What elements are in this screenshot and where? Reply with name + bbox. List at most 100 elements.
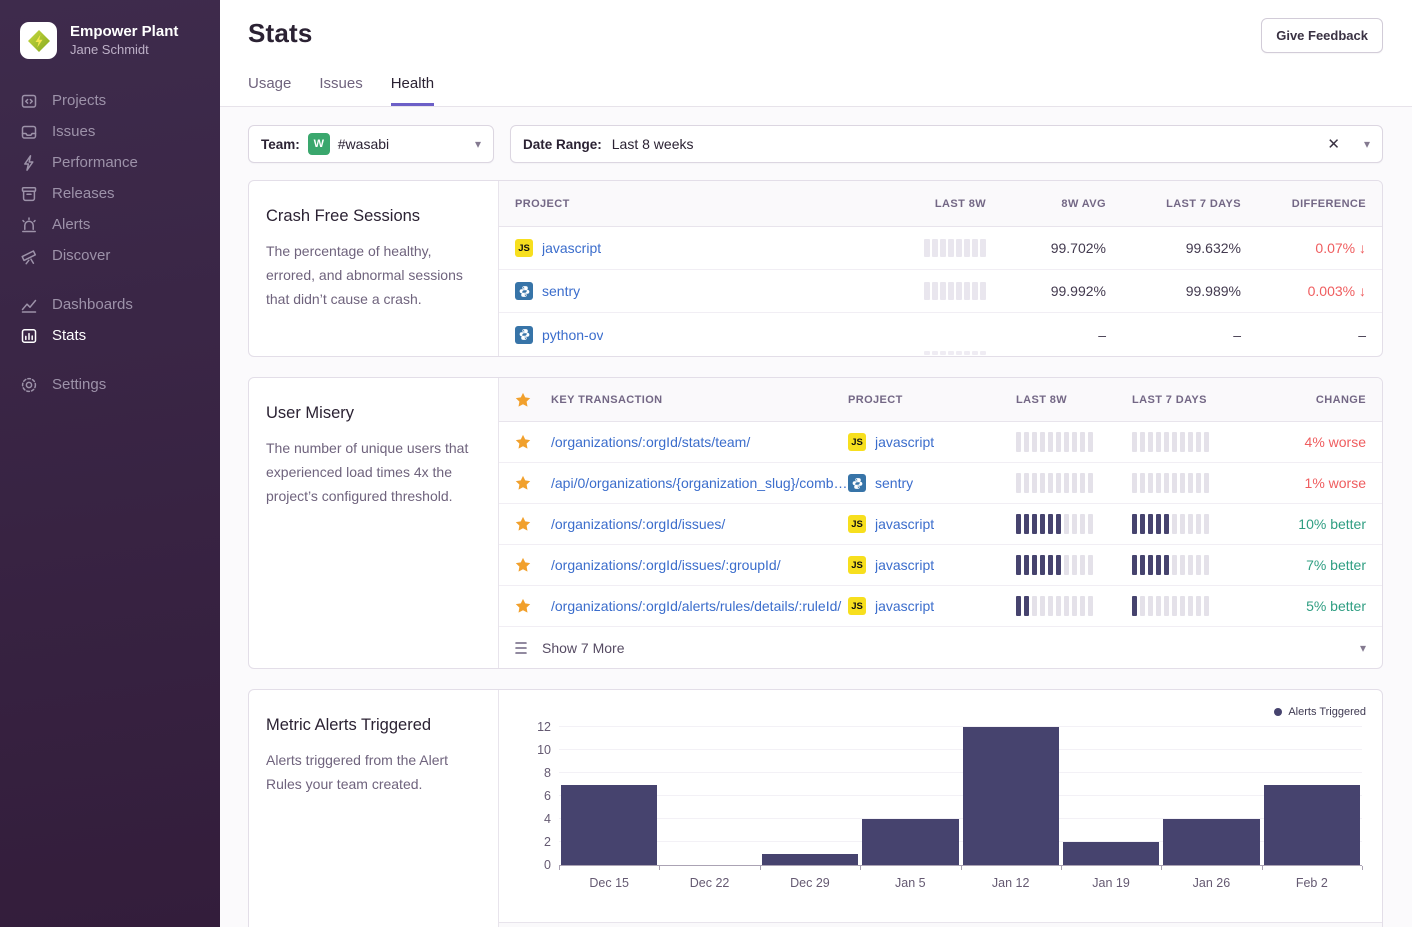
sidebar-item-label: Issues	[52, 123, 95, 140]
clear-date-icon[interactable]: ✕	[1327, 135, 1340, 153]
project-cell: sentry	[848, 474, 1016, 492]
project-link[interactable]: javascript	[542, 240, 601, 256]
col-difference: Difference	[1241, 198, 1366, 210]
last-7-days-score-bar	[1132, 555, 1254, 575]
user-misery-panel: User Misery The number of unique users t…	[248, 377, 1383, 669]
page-title: Stats	[248, 18, 313, 49]
table-row: /organizations/:orgId/issues/:groupId/JS…	[499, 545, 1382, 586]
date-range-value: Last 8 weeks	[612, 136, 694, 152]
col-change: Change	[1254, 394, 1366, 406]
project-link[interactable]: javascript	[875, 598, 934, 614]
project-cell: JSjavascript	[515, 239, 836, 257]
project-link[interactable]: javascript	[875, 516, 934, 532]
sidebar-item-projects[interactable]: Projects	[20, 85, 200, 116]
x-axis-label: Jan 19	[1061, 876, 1161, 890]
avg-value: –	[986, 327, 1106, 343]
key-transaction-star-icon[interactable]	[515, 598, 551, 614]
chart-bar	[862, 819, 958, 865]
difference-value: 0.003% ↓	[1241, 283, 1366, 299]
col-last-8w: Last 8W	[836, 198, 986, 210]
chart-bar	[762, 854, 858, 866]
project-link[interactable]: javascript	[875, 434, 934, 450]
tab-usage[interactable]: Usage	[248, 75, 291, 106]
alert-rules-table-header: Alert Rule Project Last 8W Average This …	[499, 922, 1382, 927]
project-link[interactable]: python-ov	[542, 327, 603, 343]
last-7-days-value: –	[1106, 327, 1241, 343]
x-axis-tick	[760, 866, 761, 870]
table-row: /organizations/:orgId/issues/JSjavascrip…	[499, 504, 1382, 545]
x-axis-tick	[1061, 866, 1062, 870]
x-axis-tick	[1362, 866, 1363, 870]
nav-group-gap	[20, 271, 200, 289]
team-select-value: #wasabi	[338, 136, 389, 152]
transaction-link[interactable]: /organizations/:orgId/issues/:groupId/	[551, 557, 848, 573]
x-axis-label: Dec 22	[659, 876, 759, 890]
sidebar-item-discover[interactable]: Discover	[20, 240, 200, 271]
crash-free-table-header: Project Last 8W 8W Avg Last 7 Days Diffe…	[499, 181, 1382, 227]
last-8w-sparkline	[836, 270, 986, 312]
chart-plot-area	[559, 728, 1362, 866]
transaction-link[interactable]: /organizations/:orgId/issues/	[551, 516, 848, 532]
show-more-button[interactable]: Show 7 More ▾	[499, 627, 1382, 668]
last-8w-score-bar	[1016, 514, 1132, 534]
list-icon	[515, 641, 531, 655]
javascript-icon: JS	[848, 433, 866, 451]
python-icon	[515, 326, 533, 344]
user-misery-description: The number of unique users that experien…	[266, 436, 478, 508]
last-8w-score-bar	[1016, 432, 1132, 452]
org-switcher[interactable]: Empower Plant Jane Schmidt	[0, 22, 220, 59]
x-axis-tick	[860, 866, 861, 870]
crash-free-description: The percentage of healthy, errored, and …	[266, 239, 478, 311]
key-transaction-star-icon[interactable]	[515, 475, 551, 491]
team-select-label: Team:	[261, 137, 300, 152]
legend-dot-icon	[1274, 708, 1282, 716]
y-axis-label: 4	[515, 812, 551, 826]
empower-plant-logo-icon	[26, 28, 52, 54]
y-axis-label: 2	[515, 835, 551, 849]
y-axis-label: 10	[515, 743, 551, 757]
sidebar-item-label: Settings	[52, 376, 106, 393]
sidebar-item-alerts[interactable]: Alerts	[20, 209, 200, 240]
key-transaction-star-icon[interactable]	[515, 434, 551, 450]
date-range-select[interactable]: Date Range: Last 8 weeks ✕ ▾	[510, 125, 1383, 163]
key-transaction-star-icon[interactable]	[515, 516, 551, 532]
sidebar-item-performance[interactable]: Performance	[20, 147, 200, 178]
transaction-link[interactable]: /organizations/:orgId/stats/team/	[551, 434, 848, 450]
tab-health[interactable]: Health	[391, 75, 434, 106]
col-project: Project	[848, 394, 1016, 406]
x-axis-tick	[659, 866, 660, 870]
crash-free-title: Crash Free Sessions	[266, 207, 478, 226]
metric-alerts-description: Alerts triggered from the Alert Rules yo…	[266, 748, 478, 796]
sidebar-item-stats[interactable]: Stats	[20, 320, 200, 351]
change-value: 5% better	[1254, 598, 1366, 614]
chevron-down-icon[interactable]: ▾	[1360, 641, 1366, 655]
user-name: Jane Schmidt	[70, 42, 178, 58]
star-icon	[515, 392, 551, 408]
give-feedback-button[interactable]: Give Feedback	[1261, 18, 1383, 53]
project-link[interactable]: javascript	[875, 557, 934, 573]
tab-issues[interactable]: Issues	[319, 75, 362, 106]
metric-alerts-panel: Metric Alerts Triggered Alerts triggered…	[248, 689, 1383, 927]
col-8w-avg: 8W Avg	[986, 198, 1106, 210]
transaction-link[interactable]: /api/0/organizations/{organization_slug}…	[551, 475, 848, 491]
project-link[interactable]: sentry	[875, 475, 913, 491]
transaction-link[interactable]: /organizations/:orgId/alerts/rules/detai…	[551, 598, 848, 614]
table-row: sentry99.992%99.989%0.003% ↓	[499, 270, 1382, 313]
legend-label: Alerts Triggered	[1288, 706, 1366, 718]
sidebar-item-label: Releases	[52, 185, 115, 202]
last-8w-sparkline	[836, 313, 986, 356]
chart-bar	[561, 785, 657, 866]
team-select[interactable]: Team: W #wasabi ▾	[248, 125, 494, 163]
sidebar-item-dashboards[interactable]: Dashboards	[20, 289, 200, 320]
chevron-down-icon: ▾	[1364, 137, 1370, 151]
project-link[interactable]: sentry	[542, 283, 580, 299]
sidebar-item-issues[interactable]: Issues	[20, 116, 200, 147]
sidebar-item-releases[interactable]: Releases	[20, 178, 200, 209]
user-misery-table-header: Key Transaction Project Last 8W Last 7 D…	[499, 378, 1382, 422]
project-cell: sentry	[515, 282, 836, 300]
sidebar-item-settings[interactable]: Settings	[20, 369, 200, 400]
col-last-7-days: Last 7 Days	[1132, 394, 1254, 406]
y-axis-label: 12	[515, 720, 551, 734]
table-row: python-ov–––	[499, 313, 1382, 356]
key-transaction-star-icon[interactable]	[515, 557, 551, 573]
